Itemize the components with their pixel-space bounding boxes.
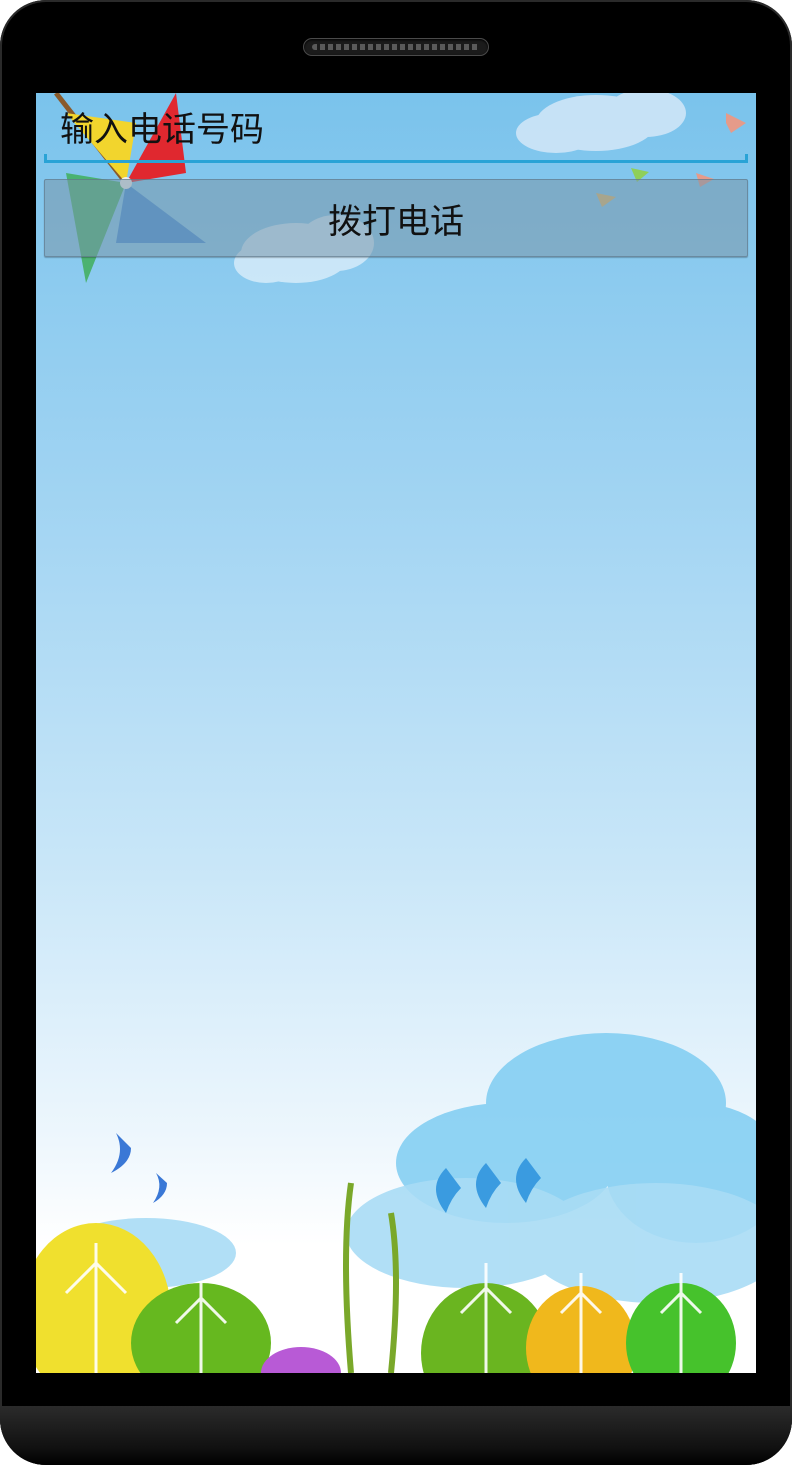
bird-icon bbox=[111, 1133, 167, 1203]
phone-frame: 拨打电话 bbox=[0, 0, 792, 1465]
wallpaper bbox=[36, 93, 756, 1373]
input-underline bbox=[44, 154, 748, 163]
app-screen: 拨打电话 bbox=[36, 93, 756, 1373]
phone-number-field[interactable] bbox=[44, 93, 748, 163]
phone-number-input[interactable] bbox=[60, 103, 740, 157]
tree-icon bbox=[261, 1347, 341, 1373]
speaker-grille bbox=[303, 38, 489, 56]
phone-chin bbox=[0, 1406, 792, 1465]
call-button[interactable]: 拨打电话 bbox=[44, 179, 748, 257]
